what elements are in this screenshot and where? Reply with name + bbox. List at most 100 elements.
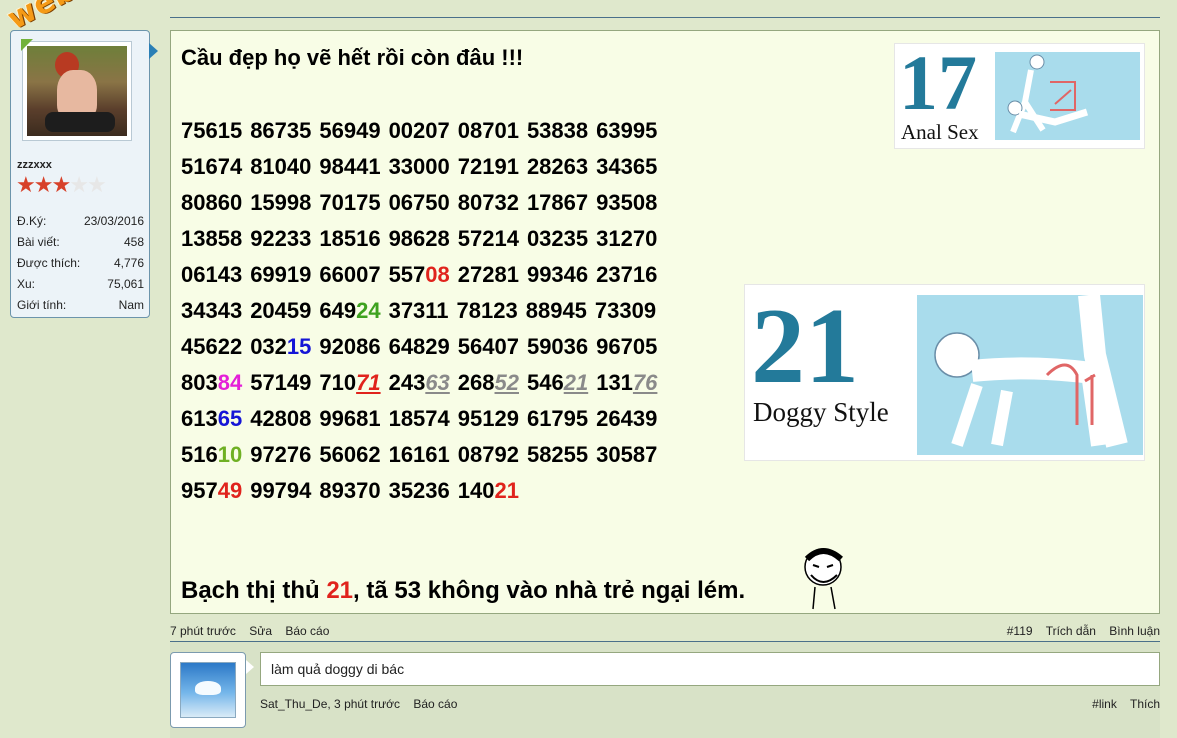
number-group: 13176 (596, 370, 657, 395)
number-group: 57214 (458, 226, 519, 251)
digits: 64829 (388, 334, 450, 359)
number-group: 13858 (181, 226, 242, 251)
digits: 546 (527, 370, 564, 395)
digits: 032 (250, 334, 287, 359)
comment-pointer (246, 660, 254, 674)
number-row: 45622 03215 92086 64829 56407 59036 96705 (181, 329, 665, 365)
number-group: 61795 (527, 406, 588, 431)
number-group: 92086 (319, 334, 380, 359)
edit-link[interactable]: Sửa (249, 624, 272, 638)
comment-link[interactable]: Bình luận (1109, 624, 1160, 638)
number-group: 14021 (458, 478, 519, 503)
number-group: 37311 (389, 298, 449, 323)
quote-link[interactable]: Trích dẫn (1046, 624, 1096, 638)
number-group: 42808 (250, 406, 311, 431)
digits: 613 (181, 406, 218, 431)
digits: 57149 (250, 370, 312, 395)
highlighted-digits: 21 (563, 370, 589, 395)
number-group: 99794 (250, 478, 311, 503)
digits: 28263 (526, 154, 589, 179)
digits: 30587 (596, 442, 658, 467)
number-group: 95749 (181, 478, 242, 503)
number-group: 16161 (389, 442, 450, 467)
number-group: 70175 (319, 190, 380, 215)
digits: 16161 (388, 442, 450, 467)
number-group: 28263 (527, 154, 588, 179)
digits: 57214 (457, 226, 519, 251)
number-group: 06750 (389, 190, 450, 215)
number-group: 08701 (458, 118, 519, 143)
comment-permalink[interactable]: #link (1092, 697, 1117, 711)
info-label: Được thích: (17, 256, 81, 270)
number-group: 99346 (527, 262, 588, 287)
info-value: Nam (118, 298, 144, 312)
top-divider (170, 17, 1160, 18)
digits: 78123 (456, 298, 518, 323)
post-title: Cầu đẹp họ vẽ hết rồi còn đâu !!! (181, 45, 524, 70)
comment-report-link[interactable]: Báo cáo (413, 697, 457, 711)
digits: 27281 (457, 262, 519, 287)
number-group: 57149 (250, 370, 311, 395)
commenter-avatar[interactable] (170, 652, 246, 728)
digits: 99681 (319, 406, 381, 431)
digits: 140 (457, 478, 495, 503)
number-group: 17867 (527, 190, 588, 215)
number-group: 58255 (527, 442, 588, 467)
number-group: 08792 (458, 442, 519, 467)
digits: 88945 (525, 298, 587, 323)
digits: 59036 (526, 334, 589, 359)
pictogram-number: 17 (899, 39, 977, 126)
highlighted-digits: 52 (494, 370, 519, 395)
like-link[interactable]: Thích (1130, 697, 1160, 711)
digits: 99346 (526, 262, 589, 287)
number-group: 93508 (596, 190, 657, 215)
digits: 516 (181, 442, 218, 467)
number-row: 80384 57149 71071 24363 26852 54621 13176 (181, 365, 665, 401)
avatar-image (27, 46, 127, 136)
digits: 63995 (596, 118, 658, 143)
number-group: 64924 (319, 298, 380, 323)
digits: 710 (319, 370, 357, 395)
pictogram-number: 21 (751, 287, 859, 406)
number-group: 31270 (596, 226, 657, 251)
comment-author[interactable]: Sat_Thu_De (260, 697, 327, 711)
digits: 18516 (319, 226, 381, 251)
comment-time: , 3 phút trước (327, 697, 400, 711)
highlighted-digits: 10 (217, 442, 243, 467)
digits: 17867 (526, 190, 589, 215)
digits: 98628 (388, 226, 450, 251)
digits: 42808 (250, 406, 312, 431)
post-meta-bar: 7 phút trước Sửa Báo cáo #119 Trích dẫn … (170, 624, 1160, 640)
report-link[interactable]: Báo cáo (285, 624, 329, 638)
star-filled-icon: ★ (51, 172, 71, 197)
user-info-row: Được thích: 4,776 (17, 253, 144, 274)
post-number-link[interactable]: #119 (1007, 624, 1033, 638)
digits: 06143 (181, 262, 243, 287)
highlight-number: 21 (326, 577, 354, 604)
digits: 96705 (596, 334, 658, 359)
number-group: 34365 (596, 154, 657, 179)
user-rating-stars: ★★★★★ (16, 172, 107, 197)
highlighted-digits: 24 (356, 298, 381, 323)
number-group: 56062 (319, 442, 380, 467)
number-group: 55708 (389, 262, 450, 287)
user-avatar[interactable] (22, 41, 132, 141)
digits: 08701 (457, 118, 519, 143)
post-time[interactable]: 7 phút trước (170, 624, 236, 638)
highlighted-digits: 21 (494, 478, 519, 503)
digits: 37311 (388, 298, 449, 323)
digits: 18574 (388, 406, 450, 431)
username[interactable]: zzzxxx (17, 159, 52, 171)
highlighted-digits: 65 (217, 406, 243, 431)
pictogram-image-17: 17 Anal Sex (894, 39, 1145, 149)
user-info-row: Xu: 75,061 (17, 274, 144, 295)
digits: 81040 (250, 154, 312, 179)
number-group: 89370 (319, 478, 380, 503)
digits: 649 (319, 298, 357, 323)
number-group: 75615 (181, 118, 242, 143)
number-group: 97276 (250, 442, 311, 467)
number-group: 15998 (250, 190, 311, 215)
number-group: 03215 (250, 334, 311, 359)
number-group: 18516 (319, 226, 380, 251)
number-row: 95749 99794 89370 35236 14021 (181, 473, 665, 509)
